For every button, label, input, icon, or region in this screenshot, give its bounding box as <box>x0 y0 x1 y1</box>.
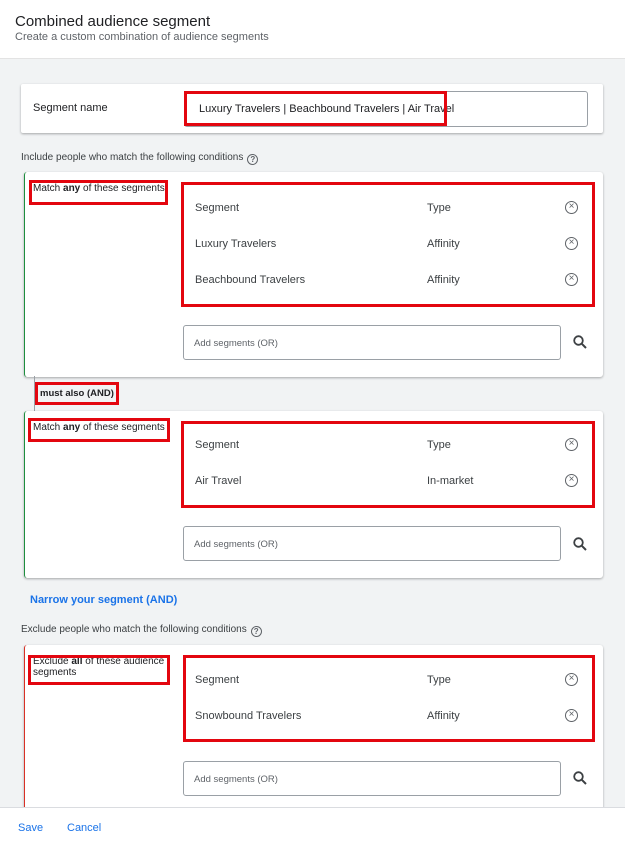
search-icon[interactable] <box>572 536 588 552</box>
segment-name: Luxury Travelers <box>195 238 277 250</box>
narrow-segment-link[interactable]: Narrow your segment (AND) <box>30 594 177 606</box>
include-conditions-label: Include people who match the following c… <box>21 152 259 165</box>
table-header-row: Segment Type × <box>183 662 595 698</box>
segment-type: Affinity <box>427 710 460 722</box>
segment-column-header: Segment <box>195 674 240 686</box>
segment-table: Segment Type × Air Travel In-market × <box>183 427 595 499</box>
table-header-row: Segment Type × <box>183 190 595 226</box>
segment-table: Segment Type × Luxury Travelers Affinity… <box>183 190 595 298</box>
remove-segment-icon[interactable]: × <box>565 709 578 722</box>
match-any-label: Match any of these segments <box>33 422 165 433</box>
table-header-row: Segment Type × <box>183 427 595 463</box>
segment-column-header: Segment <box>195 202 240 214</box>
table-row: Snowbound Travelers Affinity × <box>183 698 595 734</box>
remove-all-icon[interactable]: × <box>565 673 578 686</box>
type-column-header: Type <box>427 202 451 214</box>
table-row: Beachbound Travelers Affinity × <box>183 262 595 298</box>
segment-column-header: Segment <box>195 439 240 451</box>
add-segments-input[interactable]: Add segments (OR) <box>183 526 561 561</box>
add-segments-input[interactable]: Add segments (OR) <box>183 761 561 796</box>
dialog-footer: Save Cancel <box>0 807 625 846</box>
remove-all-icon[interactable]: × <box>565 438 578 451</box>
add-segments-placeholder: Add segments (OR) <box>194 539 278 550</box>
exclude-all-label: Exclude all of these audience segments <box>33 656 165 678</box>
remove-segment-icon[interactable]: × <box>565 237 578 250</box>
segment-table: Segment Type × Snowbound Travelers Affin… <box>183 662 595 734</box>
save-button[interactable]: Save <box>18 822 43 834</box>
remove-segment-icon[interactable]: × <box>565 474 578 487</box>
segment-type: Affinity <box>427 274 460 286</box>
help-icon[interactable]: ? <box>247 154 259 165</box>
dialog-subtitle: Create a custom combination of audience … <box>15 31 269 43</box>
type-column-header: Type <box>427 674 451 686</box>
dialog-title: Combined audience segment <box>15 13 211 30</box>
remove-all-icon[interactable]: × <box>565 201 578 214</box>
add-segments-input[interactable]: Add segments (OR) <box>183 325 561 360</box>
table-row: Air Travel In-market × <box>183 463 595 499</box>
help-icon[interactable]: ? <box>250 626 262 637</box>
table-row: Luxury Travelers Affinity × <box>183 226 595 262</box>
dialog-header: Combined audience segment Create a custo… <box>0 0 625 59</box>
add-segments-placeholder: Add segments (OR) <box>194 338 278 349</box>
segment-name-card: Segment name Luxury Travelers | Beachbou… <box>21 84 603 133</box>
cancel-button[interactable]: Cancel <box>67 822 101 834</box>
search-icon[interactable] <box>572 770 588 786</box>
remove-segment-icon[interactable]: × <box>565 273 578 286</box>
segment-name-value: Luxury Travelers | Beachbound Travelers … <box>199 103 455 115</box>
segment-type: In-market <box>427 475 474 487</box>
exclude-group: Exclude all of these audience segments S… <box>24 645 603 815</box>
include-group-2: Match any of these segments Segment Type… <box>24 411 603 578</box>
search-icon[interactable] <box>572 334 588 350</box>
match-any-label: Match any of these segments <box>33 183 165 194</box>
segment-name: Beachbound Travelers <box>195 274 306 286</box>
exclude-conditions-label: Exclude people who match the following c… <box>21 624 262 637</box>
segment-type: Affinity <box>427 238 460 250</box>
segment-name-label: Segment name <box>33 102 108 114</box>
segment-name-input[interactable]: Luxury Travelers | Beachbound Travelers … <box>184 91 588 127</box>
must-also-label: must also (AND) <box>40 388 114 399</box>
type-column-header: Type <box>427 439 451 451</box>
add-segments-placeholder: Add segments (OR) <box>194 774 278 785</box>
include-group-1: Match any of these segments Segment Type… <box>24 172 603 377</box>
segment-name: Air Travel <box>195 475 242 487</box>
segment-name: Snowbound Travelers <box>195 710 302 722</box>
